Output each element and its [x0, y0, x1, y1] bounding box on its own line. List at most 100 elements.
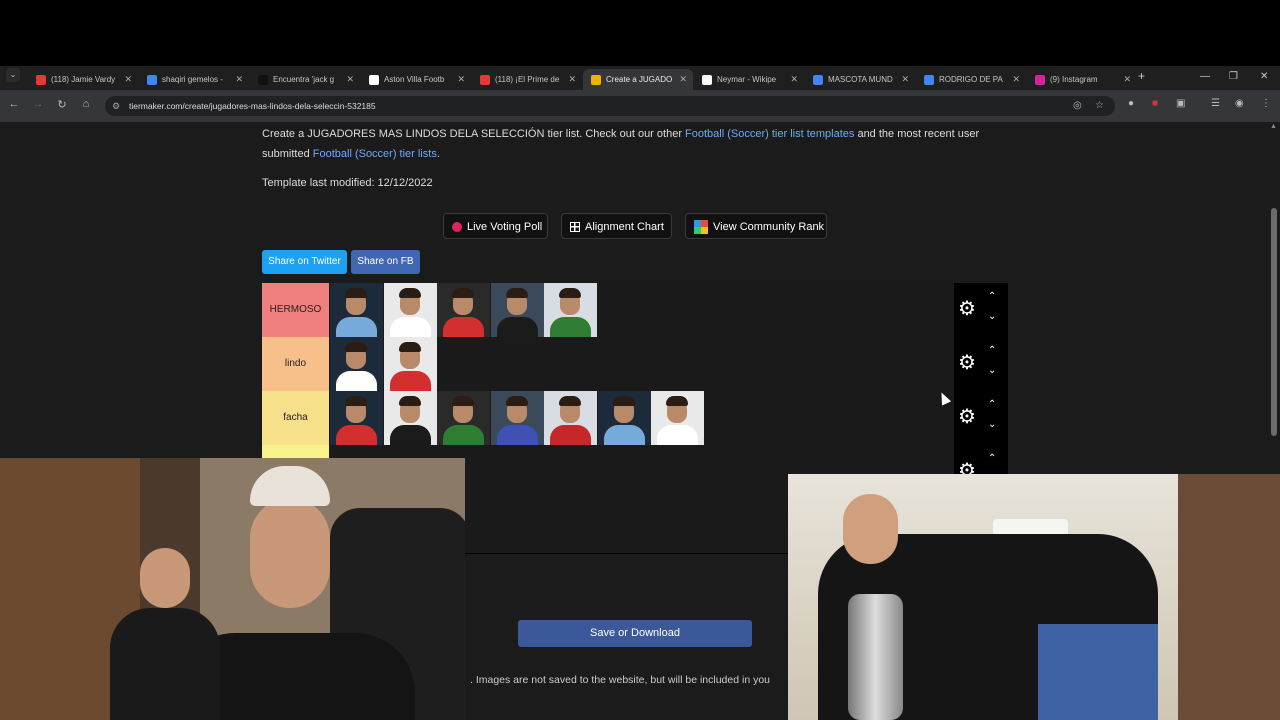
menu-kebab-icon[interactable]: ⋮ — [1261, 98, 1271, 109]
player-hair — [398, 396, 421, 406]
player-photo[interactable] — [330, 337, 383, 391]
player-shirt — [389, 371, 431, 391]
extensions-puzzle-icon[interactable]: ▣ — [1176, 98, 1185, 109]
tier-settings-gear-icon[interactable]: ⚙ — [958, 297, 976, 321]
tab-list: (118) Jamie Vardy ✕ shaqiri gemelos - ✕ Encu… — [0, 69, 1280, 90]
live-voting-poll-button[interactable]: Live Voting Poll — [443, 213, 548, 239]
tab-close-icon[interactable]: ✕ — [124, 69, 132, 90]
tier-label[interactable]: lindo — [262, 337, 329, 391]
player-photo[interactable] — [437, 391, 490, 445]
tier-settings-gear-icon[interactable]: ⚙ — [958, 351, 976, 375]
browser-tab[interactable]: RODRIGO DE PA ✕ — [916, 69, 1026, 90]
thermos — [848, 594, 903, 720]
player-hair — [666, 396, 688, 406]
player-photo[interactable] — [383, 283, 437, 337]
tracking-eye-icon[interactable]: ◎ — [1073, 96, 1082, 116]
player-photo[interactable] — [383, 337, 437, 391]
webcam-left — [0, 458, 465, 720]
tab-title: (9) Instagram — [1050, 75, 1098, 85]
player-photo[interactable] — [597, 391, 651, 445]
tab-title: (118) Jamie Vardy — [51, 75, 116, 85]
community-rank-button[interactable]: View Community Rank — [685, 213, 827, 239]
home-icon[interactable]: ⌂ — [78, 98, 94, 110]
person-face — [843, 494, 898, 564]
browser-tab[interactable]: Neymar - Wikipe ✕ — [694, 69, 804, 90]
browser-tab[interactable]: Encuentra 'jack g ✕ — [250, 69, 360, 90]
restore-icon[interactable]: ❐ — [1229, 66, 1238, 87]
tab-close-icon[interactable]: ✕ — [235, 69, 243, 90]
move-up-chevron-icon[interactable]: ⌃ — [988, 291, 996, 302]
second-person-face — [140, 548, 190, 608]
move-down-chevron-icon[interactable]: ⌄ — [988, 311, 996, 322]
tier-label[interactable]: facha — [262, 391, 329, 445]
reload-icon[interactable]: ↻ — [54, 98, 70, 111]
tab-close-icon[interactable]: ✕ — [568, 69, 576, 90]
move-down-chevron-icon[interactable]: ⌄ — [988, 365, 996, 376]
browser-tab[interactable]: MASCOTA MUND ✕ — [805, 69, 915, 90]
tab-close-icon[interactable]: ✕ — [1123, 69, 1131, 90]
save-download-button[interactable]: Save or Download — [518, 620, 752, 647]
move-down-chevron-icon[interactable]: ⌄ — [988, 419, 996, 430]
share-twitter-button[interactable]: Share on Twitter — [262, 250, 347, 274]
player-hair — [559, 396, 581, 406]
browser-tab[interactable]: Aston Villa Footb ✕ — [361, 69, 471, 90]
forward-icon[interactable]: → — [30, 98, 46, 110]
player-photo[interactable] — [330, 283, 383, 337]
scrollbar-thumb[interactable] — [1271, 208, 1277, 436]
tab-close-icon[interactable]: ✕ — [346, 69, 354, 90]
player-photo[interactable] — [544, 391, 597, 445]
browser-tab[interactable]: (9) Instagram ✕ — [1027, 69, 1137, 90]
new-tab-button[interactable]: + — [1138, 66, 1145, 87]
minimize-icon[interactable]: — — [1200, 66, 1210, 87]
browser-tab[interactable]: shaqiri gemelos - ✕ — [139, 69, 249, 90]
browser-tab[interactable]: (118) ¡El Prime de ✕ — [472, 69, 582, 90]
extension-icon[interactable]: ● — [1128, 98, 1134, 109]
move-up-chevron-icon[interactable]: ⌃ — [988, 399, 996, 410]
share-fb-button[interactable]: Share on FB — [351, 250, 420, 274]
tab-close-icon[interactable]: ✕ — [901, 69, 909, 90]
site-info-icon[interactable]: ⚙ — [112, 96, 120, 116]
soccer-templates-link[interactable]: Football (Soccer) tier list templates — [685, 128, 854, 140]
profile-avatar-icon[interactable]: ◉ — [1235, 98, 1244, 109]
second-person-torso — [110, 608, 220, 720]
soccer-tierlists-link[interactable]: Football (Soccer) tier lists — [313, 148, 437, 160]
url-text: tiermaker.com/create/jugadores-mas-lindo… — [129, 101, 376, 111]
tier-settings-gear-icon[interactable]: ⚙ — [958, 405, 976, 429]
player-photo[interactable] — [383, 391, 437, 445]
tab-favicon-icon — [813, 74, 823, 85]
address-bar[interactable]: ⚙ tiermaker.com/create/jugadores-mas-lin… — [105, 96, 1115, 116]
extension-red-icon[interactable]: ■ — [1152, 98, 1158, 109]
player-photo[interactable] — [651, 391, 704, 445]
tier-label[interactable]: HERMOSO — [262, 283, 329, 337]
player-photo[interactable] — [437, 283, 490, 337]
close-window-icon[interactable]: ✕ — [1260, 66, 1268, 87]
browser-tab[interactable]: (118) Jamie Vardy ✕ — [28, 69, 138, 90]
tab-favicon-icon — [369, 74, 379, 85]
player-hair — [452, 288, 474, 298]
tab-close-icon[interactable]: ✕ — [457, 69, 465, 90]
player-photo[interactable] — [544, 283, 597, 337]
wooden-door — [1178, 474, 1280, 720]
desc-text: Create a JUGADORES MAS LINDOS DELA SELEC… — [262, 128, 686, 140]
move-up-chevron-icon[interactable]: ⌃ — [988, 453, 996, 464]
tier-controls: ⚙ ⌃ ⌄ — [954, 391, 1008, 445]
tab-close-icon[interactable]: ✕ — [790, 69, 798, 90]
browser-tab[interactable]: Create a JUGADO ✕ — [583, 69, 693, 90]
move-up-chevron-icon[interactable]: ⌃ — [988, 345, 996, 356]
scroll-up-icon[interactable]: ▲ — [1270, 123, 1277, 130]
player-hair — [452, 396, 474, 406]
person-face — [250, 498, 330, 608]
alignment-chart-button[interactable]: Alignment Chart — [561, 213, 672, 239]
bookmark-star-icon[interactable]: ☆ — [1095, 96, 1104, 116]
tab-close-icon[interactable]: ✕ — [679, 69, 687, 90]
player-photo[interactable] — [490, 283, 544, 337]
player-photo[interactable] — [490, 391, 544, 445]
player-hair — [559, 288, 581, 298]
player-hair — [505, 288, 528, 298]
player-photo[interactable] — [330, 391, 383, 445]
tab-close-icon[interactable]: ✕ — [1012, 69, 1020, 90]
back-icon[interactable]: ← — [6, 98, 22, 110]
tier-controls: ⚙ ⌃ ⌄ — [954, 283, 1008, 337]
tab-title: Create a JUGADO — [606, 75, 673, 85]
reading-list-icon[interactable]: ☰ — [1211, 98, 1220, 109]
